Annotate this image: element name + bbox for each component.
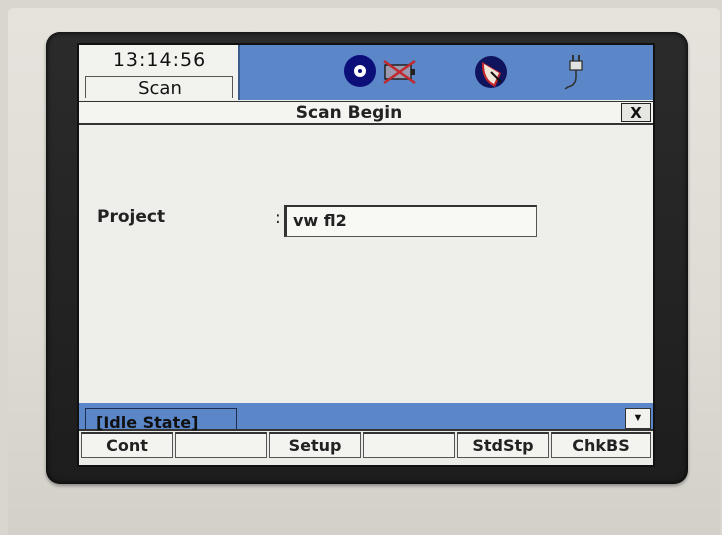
power-plug-icon xyxy=(564,55,583,90)
project-label: Project xyxy=(97,207,166,227)
softkey-blank-2[interactable] xyxy=(363,432,455,458)
status-bar: [Idle State] ▼ xyxy=(79,403,653,432)
status-tab: [Idle State] xyxy=(85,408,237,432)
device-screen: 13:14:56 Scan Scan Begin X Project: vw … xyxy=(79,45,653,465)
softkey-stdstp[interactable]: StdStp xyxy=(457,432,549,458)
close-button[interactable]: X xyxy=(621,103,651,122)
mode-tab[interactable]: Scan xyxy=(85,76,233,99)
dialog-title-bar: Scan Begin X xyxy=(79,101,653,125)
softkey-blank-1[interactable] xyxy=(175,432,267,458)
clock-time: 13:14:56 xyxy=(112,49,207,71)
clock-panel: 13:14:56 Scan xyxy=(79,45,240,100)
softkey-chkbs[interactable]: ChkBS xyxy=(551,432,651,458)
field-separator: : xyxy=(275,208,281,228)
project-input[interactable]: vw fl2 xyxy=(284,205,537,237)
softkey-bar: Cont Setup StdStp ChkBS xyxy=(79,431,653,465)
disc-icon xyxy=(344,55,376,87)
mode-label: Scan xyxy=(138,78,182,99)
triangle-down-icon: ▼ xyxy=(632,412,644,424)
softkey-cont[interactable]: Cont xyxy=(81,432,173,458)
status-text: [Idle State] xyxy=(96,413,199,432)
softkey-setup[interactable]: Setup xyxy=(269,432,361,458)
dialog-title: Scan Begin xyxy=(295,103,403,123)
battery-crossed-icon xyxy=(383,59,416,85)
scroll-down-button[interactable]: ▼ xyxy=(625,408,651,429)
dish-sensor-icon xyxy=(475,56,507,88)
header-bar: 13:14:56 Scan xyxy=(79,45,653,100)
